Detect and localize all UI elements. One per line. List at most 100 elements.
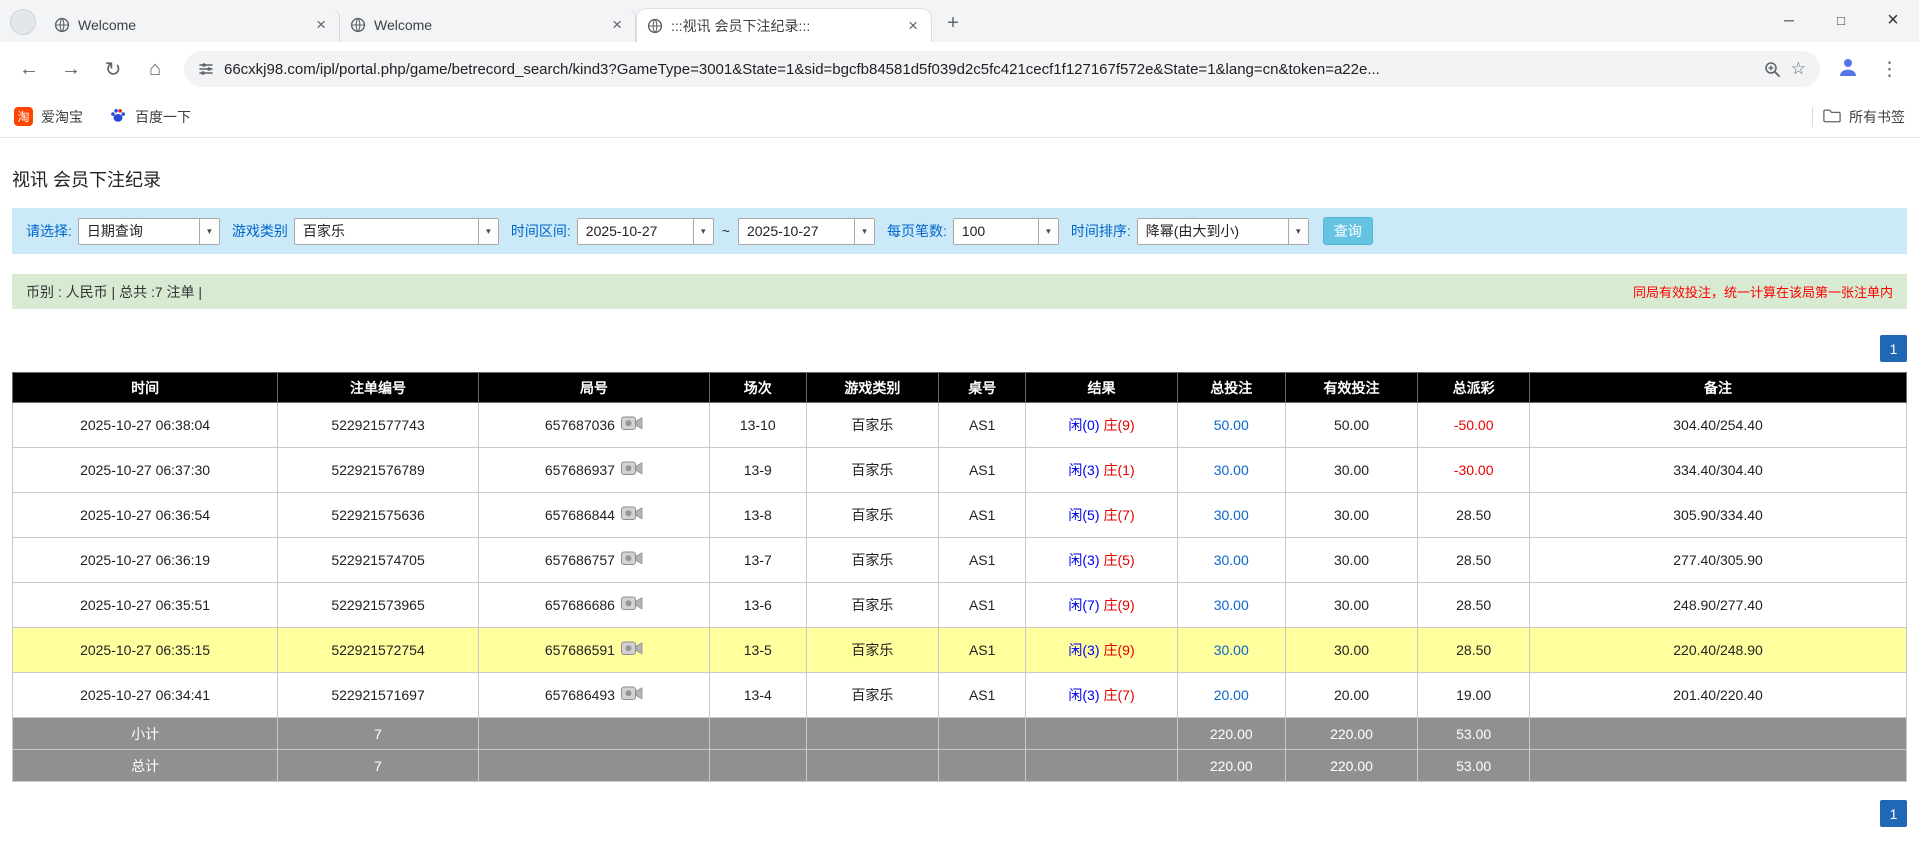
pagination-top: 1 bbox=[12, 335, 1907, 362]
page-content: 视讯 会员下注纪录 请选择: 日期查询 ▾ 游戏类别 百家乐 ▾ 时间区间: 2… bbox=[0, 166, 1919, 827]
video-replay-icon[interactable] bbox=[621, 461, 643, 479]
bookmark-item-baidu[interactable]: 百度一下 bbox=[109, 106, 191, 127]
cell-payout: 28.50 bbox=[1418, 583, 1530, 628]
cell-order-no: 522921573965 bbox=[278, 583, 479, 628]
maximize-button[interactable]: □ bbox=[1815, 0, 1867, 40]
cell-valid-bet: 30.00 bbox=[1285, 583, 1418, 628]
forward-button[interactable]: → bbox=[58, 58, 84, 81]
subtotal-count: 7 bbox=[278, 718, 479, 750]
cell-time: 2025-10-27 06:36:19 bbox=[13, 538, 278, 583]
total-total-bet: 220.00 bbox=[1177, 750, 1285, 782]
cell-total-bet[interactable]: 50.00 bbox=[1177, 403, 1285, 448]
game-type-label: 游戏类别 bbox=[232, 221, 288, 241]
cell-total-bet[interactable]: 30.00 bbox=[1177, 493, 1285, 538]
tab-title: :::视讯 会员下注纪录::: bbox=[671, 16, 897, 36]
table-row[interactable]: 2025-10-27 06:37:30 522921576789 6576869… bbox=[13, 448, 1907, 493]
chevron-down-icon[interactable]: ▾ bbox=[478, 219, 498, 244]
cell-table-no: AS1 bbox=[939, 583, 1026, 628]
chevron-down-icon[interactable]: ▾ bbox=[199, 219, 219, 244]
page-size-select[interactable]: 100 ▾ bbox=[953, 218, 1059, 245]
cell-session: 13-5 bbox=[709, 628, 806, 673]
cell-game-type: 百家乐 bbox=[806, 628, 939, 673]
profile-icon[interactable] bbox=[1836, 55, 1860, 84]
date-to-select[interactable]: 2025-10-27 ▾ bbox=[738, 218, 875, 245]
sort-order-select[interactable]: 降幂(由大到小) ▾ bbox=[1137, 218, 1309, 245]
cell-payout: 28.50 bbox=[1418, 493, 1530, 538]
home-button[interactable]: ⌂ bbox=[142, 58, 168, 81]
reload-button[interactable]: ↻ bbox=[100, 57, 126, 82]
cell-total-bet[interactable]: 30.00 bbox=[1177, 538, 1285, 583]
page-1-button[interactable]: 1 bbox=[1880, 335, 1907, 362]
url-text[interactable]: 66cxkj98.com/ipl/portal.php/game/betreco… bbox=[224, 61, 1754, 78]
cell-order-no: 522921577743 bbox=[278, 403, 479, 448]
tab-close-icon[interactable]: × bbox=[609, 15, 625, 35]
chevron-down-icon[interactable]: ▾ bbox=[1288, 219, 1308, 244]
folder-icon bbox=[1823, 108, 1841, 126]
header-table-no: 桌号 bbox=[939, 373, 1026, 403]
chevron-down-icon[interactable]: ▾ bbox=[693, 219, 713, 244]
menu-kebab-icon[interactable]: ⋮ bbox=[1876, 58, 1903, 81]
result-player: 闲(3) bbox=[1068, 642, 1099, 658]
cell-result: 闲(5)庄(7) bbox=[1026, 493, 1178, 538]
url-bar[interactable]: 66cxkj98.com/ipl/portal.php/game/betreco… bbox=[184, 51, 1820, 87]
cell-total-bet[interactable]: 30.00 bbox=[1177, 628, 1285, 673]
subtotal-total-bet: 220.00 bbox=[1177, 718, 1285, 750]
search-button[interactable]: 查询 bbox=[1323, 217, 1373, 245]
table-row[interactable]: 2025-10-27 06:34:41 522921571697 6576864… bbox=[13, 673, 1907, 718]
table-row[interactable]: 2025-10-27 06:38:04 522921577743 6576870… bbox=[13, 403, 1907, 448]
zoom-icon[interactable] bbox=[1764, 61, 1781, 78]
back-button[interactable]: ← bbox=[16, 58, 42, 81]
bookmark-label: 百度一下 bbox=[135, 107, 191, 127]
header-game-type: 游戏类别 bbox=[806, 373, 939, 403]
table-row[interactable]: 2025-10-27 06:35:51 522921573965 6576866… bbox=[13, 583, 1907, 628]
cell-round-no: 657686937 bbox=[478, 448, 709, 493]
cell-table-no: AS1 bbox=[939, 628, 1026, 673]
cell-payout: 28.50 bbox=[1418, 628, 1530, 673]
tab-close-icon[interactable]: × bbox=[313, 15, 329, 35]
result-banker: 庄(9) bbox=[1104, 597, 1135, 613]
game-type-select[interactable]: 百家乐 ▾ bbox=[294, 218, 499, 245]
summary-bar: 币别 : 人民币 | 总共 :7 注单 | 同局有效投注，统一计算在该局第一张注… bbox=[12, 274, 1907, 309]
cell-valid-bet: 30.00 bbox=[1285, 628, 1418, 673]
video-replay-icon[interactable] bbox=[621, 641, 643, 659]
tab-welcome-2[interactable]: Welcome × bbox=[340, 8, 636, 42]
table-row[interactable]: 2025-10-27 06:36:54 522921575636 6576868… bbox=[13, 493, 1907, 538]
cell-result: 闲(3) 庄(9) bbox=[1026, 628, 1178, 673]
close-window-button[interactable]: × bbox=[1867, 0, 1919, 40]
table-row[interactable]: 2025-10-27 06:35:15 522921572754 6576865… bbox=[13, 628, 1907, 673]
minimize-button[interactable]: ─ bbox=[1763, 0, 1815, 40]
cell-payout: -30.00 bbox=[1418, 448, 1530, 493]
taobao-icon: 淘 bbox=[14, 107, 33, 126]
video-replay-icon[interactable] bbox=[621, 506, 643, 524]
video-replay-icon[interactable] bbox=[621, 686, 643, 704]
video-replay-icon[interactable] bbox=[621, 416, 643, 434]
bookmark-label: 爱淘宝 bbox=[41, 107, 83, 127]
total-valid-bet: 220.00 bbox=[1285, 750, 1418, 782]
bookmark-item-taobao[interactable]: 淘 爱淘宝 bbox=[14, 107, 83, 127]
video-replay-icon[interactable] bbox=[621, 596, 643, 614]
cell-total-bet[interactable]: 20.00 bbox=[1177, 673, 1285, 718]
cell-round-no: 657686686 bbox=[478, 583, 709, 628]
cell-total-bet[interactable]: 30.00 bbox=[1177, 448, 1285, 493]
cell-result: 闲(7)庄(9) bbox=[1026, 583, 1178, 628]
header-round-no: 局号 bbox=[478, 373, 709, 403]
tab-welcome-1[interactable]: Welcome × bbox=[44, 8, 340, 42]
date-query-select[interactable]: 日期查询 ▾ bbox=[78, 218, 220, 245]
site-info-icon[interactable] bbox=[198, 61, 214, 77]
chevron-down-icon[interactable]: ▾ bbox=[1038, 219, 1058, 244]
result-banker: 庄(9) bbox=[1104, 642, 1135, 658]
cell-game-type: 百家乐 bbox=[806, 493, 939, 538]
table-row[interactable]: 2025-10-27 06:36:19 522921574705 6576867… bbox=[13, 538, 1907, 583]
chevron-down-icon[interactable]: ▾ bbox=[854, 219, 874, 244]
cell-total-bet[interactable]: 30.00 bbox=[1177, 583, 1285, 628]
page-1-button[interactable]: 1 bbox=[1880, 800, 1907, 827]
video-replay-icon[interactable] bbox=[621, 551, 643, 569]
tab-close-icon[interactable]: × bbox=[905, 16, 921, 36]
new-tab-button[interactable]: + bbox=[938, 8, 968, 38]
date-from-select[interactable]: 2025-10-27 ▾ bbox=[577, 218, 714, 245]
all-bookmarks-button[interactable]: 所有书签 bbox=[1823, 107, 1905, 127]
bookmark-star-icon[interactable]: ☆ bbox=[1791, 59, 1806, 79]
browser-menu-icon[interactable] bbox=[10, 9, 36, 35]
tab-betrecord-active[interactable]: :::视讯 会员下注纪录::: × bbox=[636, 8, 932, 42]
tab-strip: Welcome × Welcome × :::视讯 会员下注纪录::: × + … bbox=[0, 0, 1919, 42]
